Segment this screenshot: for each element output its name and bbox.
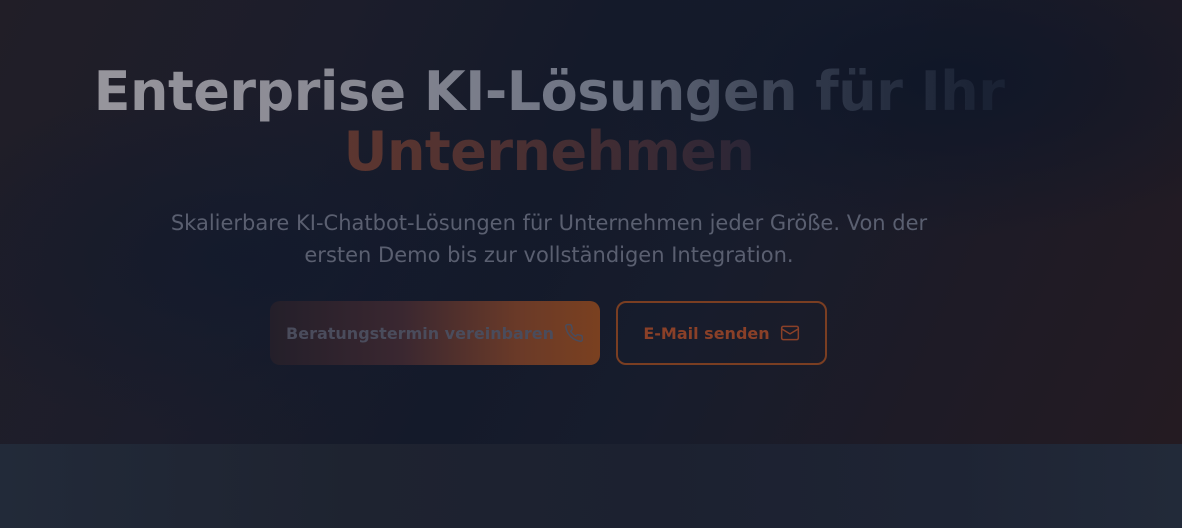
hero-subtitle: Skalierbare KI-Chatbot-Lösungen für Unte…: [170, 211, 928, 267]
hero-section: Enterprise KI-Lösungen für Ihr Unternehm…: [0, 0, 1182, 444]
next-section: [0, 444, 1182, 528]
headline-line-2-highlight: Unternehmen: [0, 122, 1098, 182]
send-email-label: E-Mail senden: [643, 323, 770, 343]
mail-icon: [780, 323, 800, 343]
book-consultation-label: Beratungstermin vereinbaren: [286, 323, 554, 343]
phone-icon: [564, 323, 584, 343]
book-consultation-button[interactable]: Beratungstermin vereinbaren: [270, 301, 600, 365]
hero-headline: Enterprise KI-Lösungen für Ihr Unternehm…: [0, 62, 1098, 182]
send-email-button[interactable]: E-Mail senden: [616, 301, 827, 365]
headline-line-1: Enterprise KI-Lösungen für Ihr: [0, 62, 1098, 122]
